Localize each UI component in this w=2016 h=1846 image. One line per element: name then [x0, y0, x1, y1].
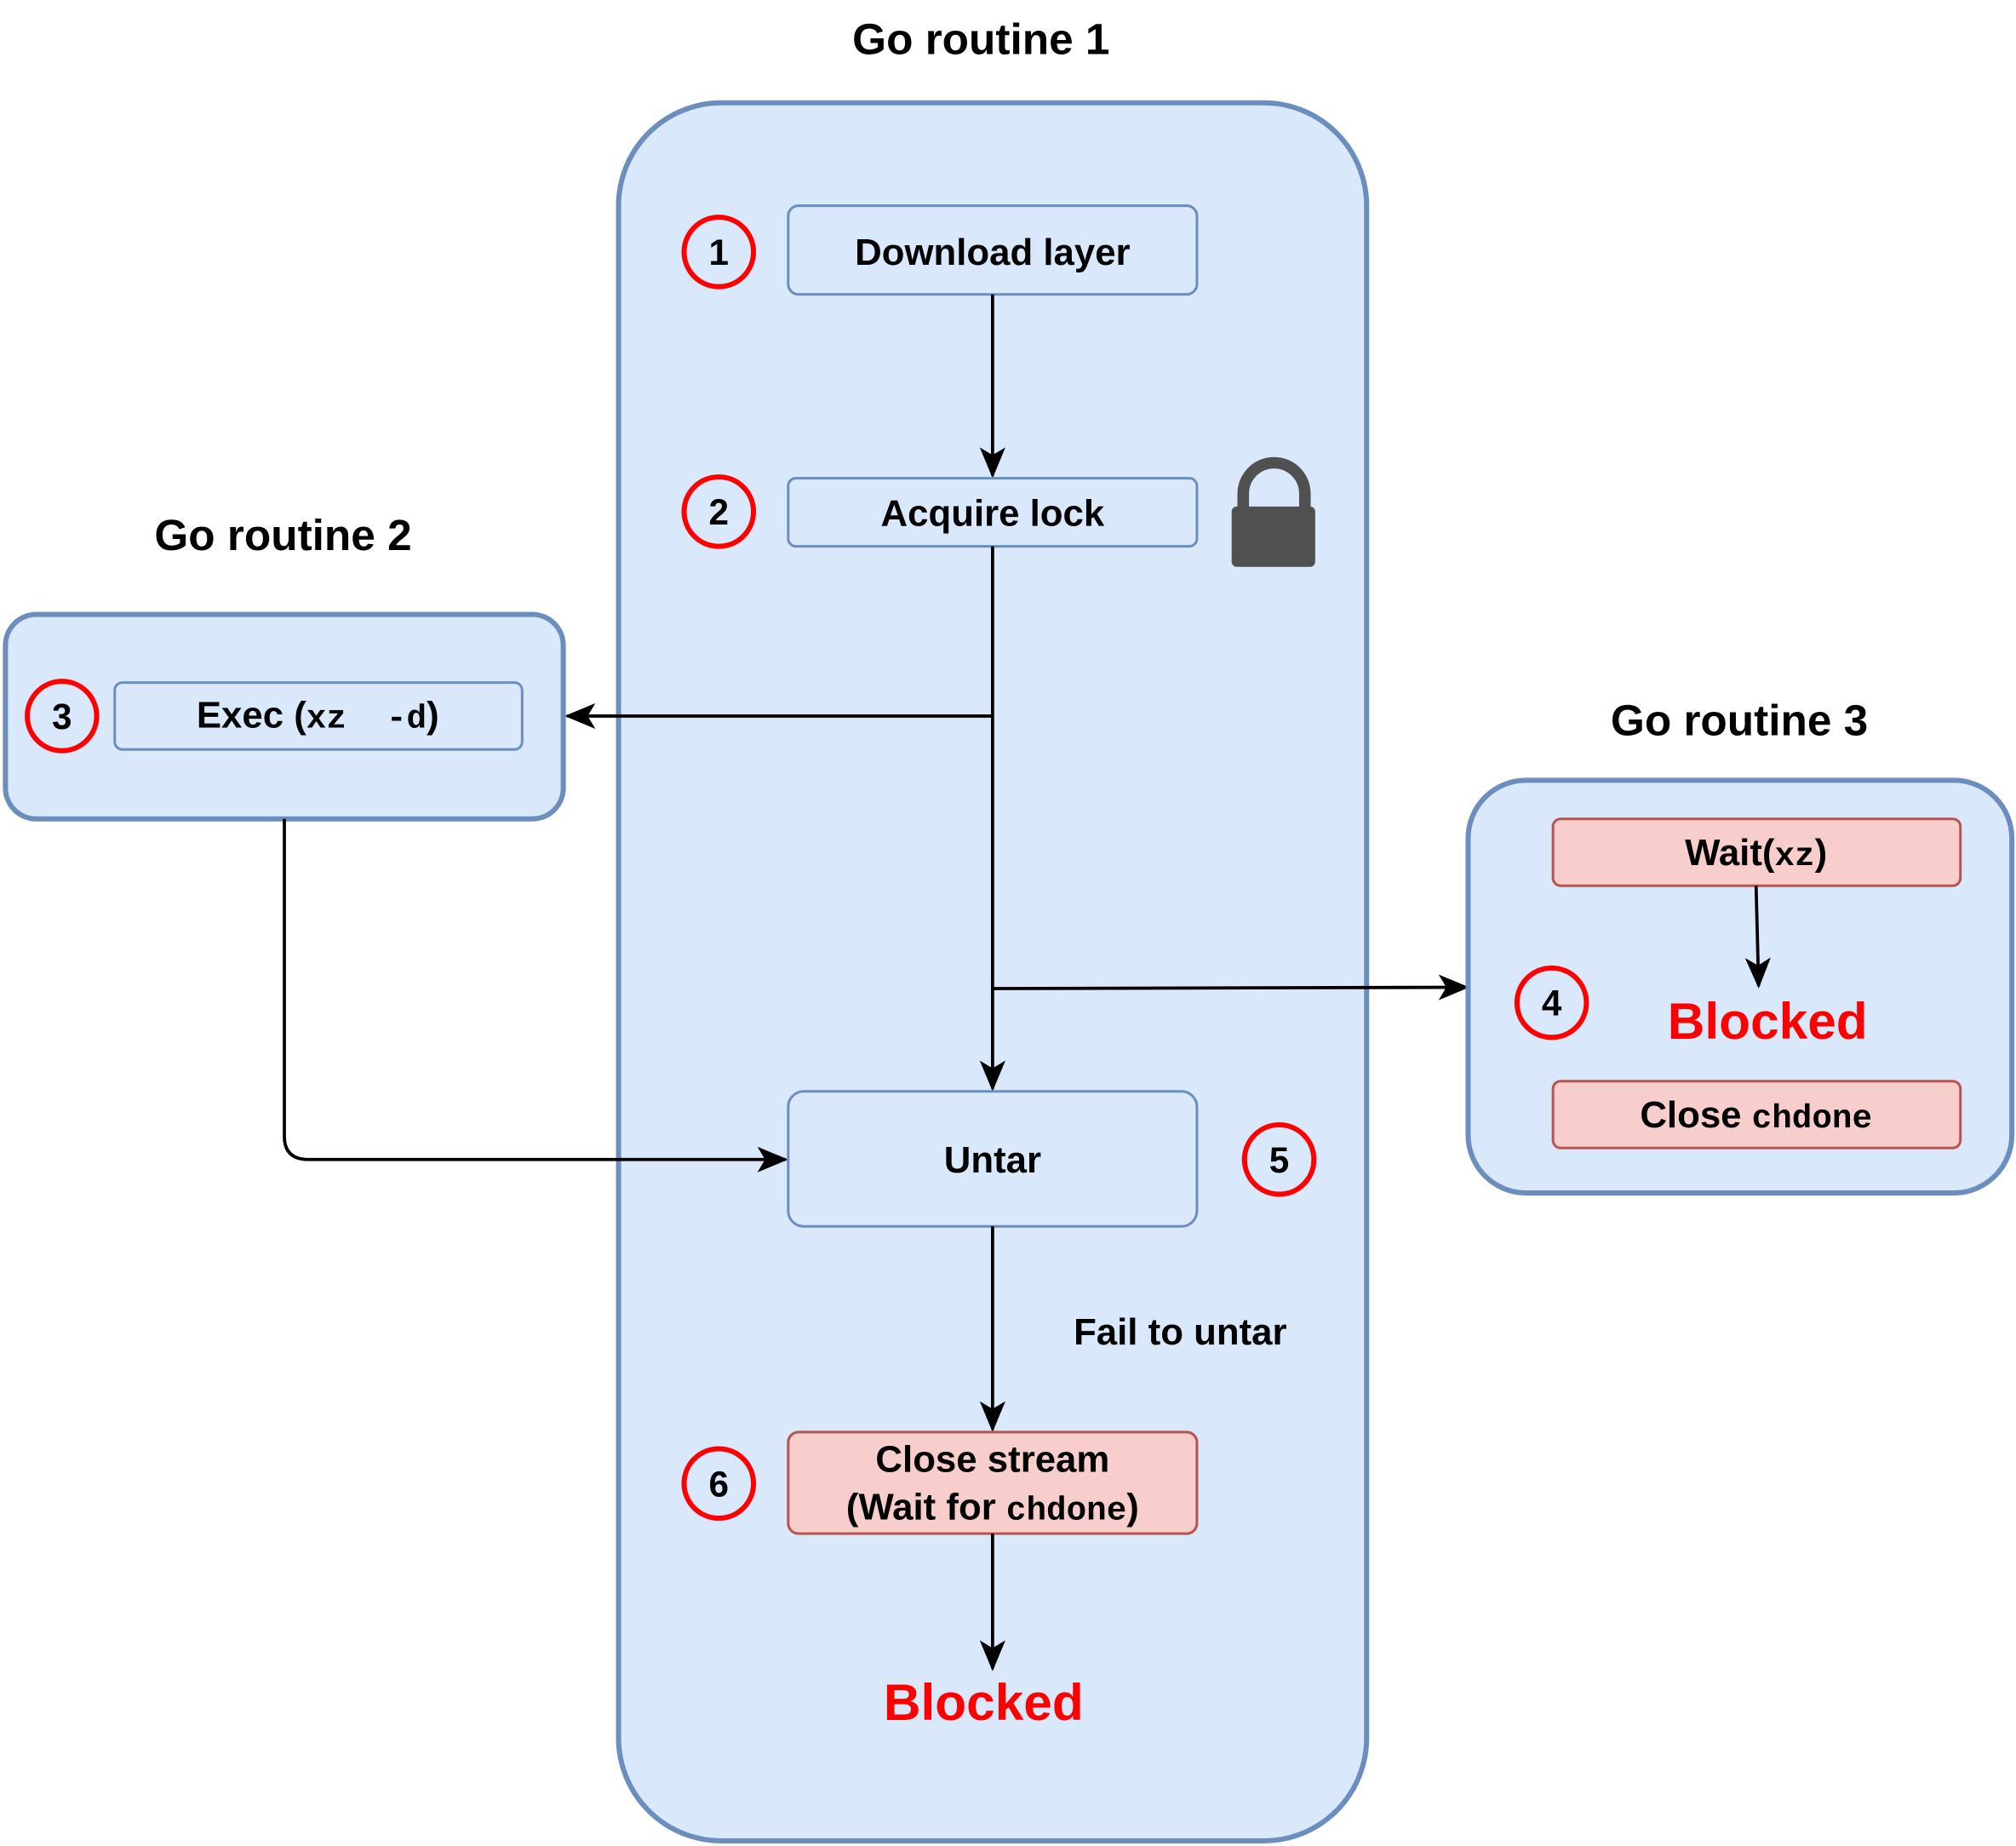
step-6-number: 6	[709, 1464, 730, 1504]
routine1-title: Go routine 1	[852, 14, 1109, 63]
close-stream-line1: Close stream	[875, 1439, 1109, 1481]
routine2-title: Go routine 2	[154, 511, 411, 559]
wait-xz-label: Wait(xz)	[1685, 832, 1827, 875]
step-4-number: 4	[1542, 983, 1562, 1023]
untar-label: Untar	[944, 1139, 1041, 1181]
download-layer-label: Download layer	[855, 232, 1130, 273]
routine3-blocked-label: Blocked	[1668, 992, 1868, 1050]
step-3-number: 3	[52, 697, 72, 737]
acquire-lock-label: Acquire lock	[881, 492, 1105, 534]
exec-label: Exec (xz -d)	[197, 695, 439, 738]
close-stream-line2: (Wait for chdone)	[846, 1487, 1139, 1530]
edge-to-routine3	[992, 974, 1469, 1000]
step-5-number: 5	[1269, 1140, 1290, 1180]
goroutine-deadlock-diagram: Go routine 1 Download layer 1 Acquire lo…	[3, 14, 2015, 1843]
routine3-title: Go routine 3	[1611, 697, 1868, 745]
routine1-blocked-label: Blocked	[884, 1673, 1084, 1731]
step-2-number: 2	[709, 492, 730, 532]
close-chdone-label: Close chdone	[1640, 1094, 1872, 1138]
step-1-number: 1	[709, 232, 730, 272]
fail-to-untar-label: Fail to untar	[1074, 1311, 1286, 1353]
